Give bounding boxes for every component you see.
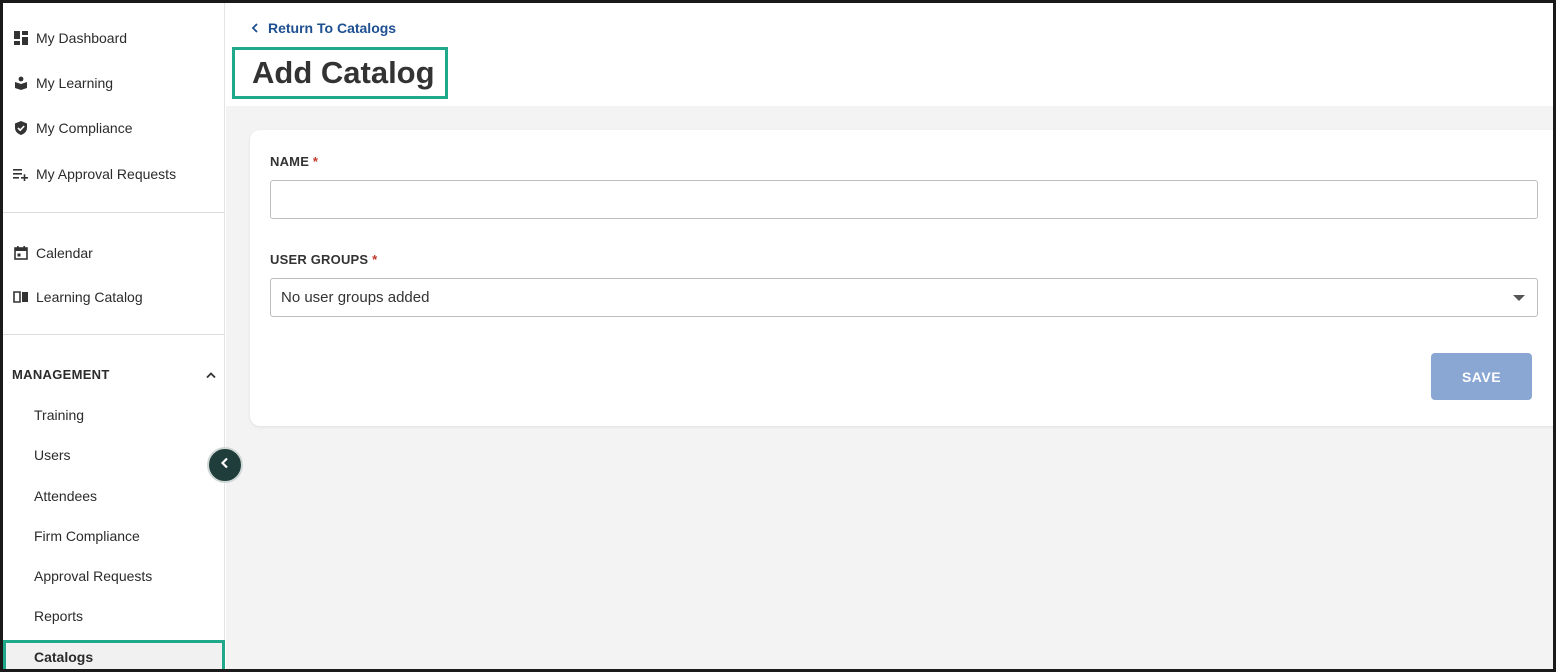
sidebar-divider xyxy=(3,212,225,213)
chevron-up-icon xyxy=(205,367,217,382)
user-groups-select[interactable]: No user groups added xyxy=(270,278,1538,317)
sidebar-item-calendar[interactable]: Calendar xyxy=(12,241,93,265)
sidebar-item-attendees[interactable]: Attendees xyxy=(34,488,97,504)
sidebar-item-label: My Compliance xyxy=(36,120,133,136)
user-groups-label-text: USER GROUPS xyxy=(270,252,369,267)
user-groups-label: USER GROUPS * xyxy=(270,252,377,267)
sidebar: My Dashboard My Learning My Compliance M… xyxy=(3,3,225,669)
dashboard-icon xyxy=(12,29,30,47)
name-input[interactable] xyxy=(270,180,1538,219)
chevron-left-icon xyxy=(219,456,231,474)
sidebar-item-approval-requests[interactable]: Approval Requests xyxy=(34,568,152,584)
page-title-text: Add Catalog xyxy=(252,55,435,90)
collapse-sidebar-button[interactable] xyxy=(207,447,243,483)
sidebar-item-learning-catalog[interactable]: Learning Catalog xyxy=(12,285,143,309)
required-marker: * xyxy=(312,154,319,169)
book-open-icon xyxy=(12,288,30,306)
sidebar-item-training[interactable]: Training xyxy=(34,407,84,423)
sidebar-item-label: Catalogs xyxy=(34,649,94,665)
sidebar-item-users[interactable]: Users xyxy=(34,447,71,463)
required-marker: * xyxy=(372,252,378,267)
chevron-left-icon xyxy=(251,22,259,34)
page-title: Add Catalog xyxy=(232,47,448,99)
sidebar-item-my-dashboard[interactable]: My Dashboard xyxy=(12,26,127,50)
app-window: My Dashboard My Learning My Compliance M… xyxy=(0,0,1556,672)
sidebar-item-my-compliance[interactable]: My Compliance xyxy=(12,116,132,140)
shield-check-icon xyxy=(12,119,30,137)
name-label: NAME * xyxy=(270,154,318,169)
name-label-text: NAME xyxy=(270,154,310,169)
sidebar-item-my-learning[interactable]: My Learning xyxy=(12,71,113,95)
sidebar-divider xyxy=(3,334,225,335)
sidebar-item-catalogs[interactable]: Catalogs xyxy=(3,640,225,669)
save-button[interactable]: SAVE xyxy=(1431,353,1532,400)
sidebar-item-reports[interactable]: Reports xyxy=(34,608,83,624)
return-to-catalogs-link[interactable]: Return To Catalogs xyxy=(251,20,396,36)
management-heading: MANAGEMENT xyxy=(12,366,110,382)
learning-icon xyxy=(12,74,30,92)
sidebar-item-firm-compliance[interactable]: Firm Compliance xyxy=(34,528,140,544)
sidebar-item-label: Calendar xyxy=(36,245,93,261)
sidebar-item-label: My Approval Requests xyxy=(36,166,177,182)
management-section-toggle[interactable]: MANAGEMENT xyxy=(12,363,217,385)
calendar-icon xyxy=(12,244,30,262)
dropdown-arrow-icon xyxy=(1513,294,1525,301)
sidebar-item-my-approval-requests[interactable]: My Approval Requests xyxy=(12,162,176,186)
sidebar-item-label: Learning Catalog xyxy=(36,289,143,305)
user-groups-value: No user groups added xyxy=(281,289,430,306)
back-link-label: Return To Catalogs xyxy=(268,20,397,36)
playlist-add-icon xyxy=(12,165,30,183)
sidebar-item-label: My Learning xyxy=(36,75,114,91)
sidebar-item-label: My Dashboard xyxy=(36,30,128,46)
